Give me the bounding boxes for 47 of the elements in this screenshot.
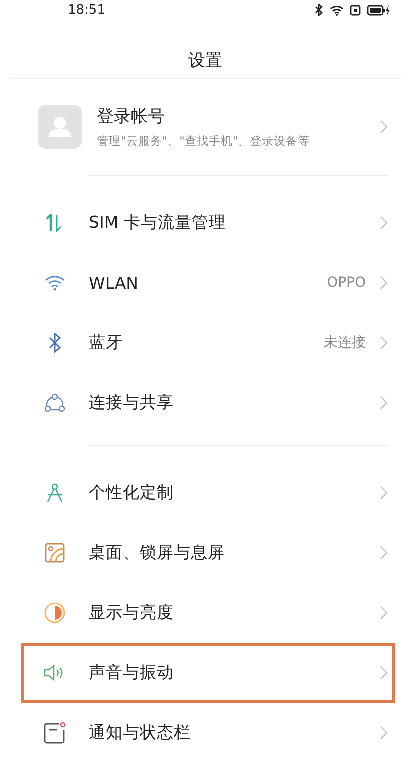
item-value: OPPO (327, 275, 366, 291)
settings-item[interactable]: 蓝牙 未连接 (21, 313, 395, 373)
item-label: 声音与振动 (89, 662, 175, 684)
status-time: 18:51 (68, 2, 106, 18)
settings-item[interactable]: 显示与亮度 (21, 583, 395, 643)
account-row[interactable]: 登录帐号 管理"云服务"、"查找手机"、登录设备等 (0, 79, 411, 175)
item-label: 个性化定制 (89, 482, 175, 504)
item-label: 通知与状态栏 (89, 722, 192, 744)
settings-item[interactable]: SIM 卡与流量管理 (21, 193, 395, 253)
item-label: WLAN (89, 274, 140, 292)
wallpaper-icon (45, 543, 65, 563)
wifi-icon (330, 4, 344, 16)
chevron-icon (380, 396, 388, 410)
bluetooth-icon (48, 333, 62, 353)
chevron-icon (380, 606, 388, 620)
notification-icon (44, 722, 66, 744)
wifi-icon (45, 275, 65, 291)
settings-item[interactable]: 连接与共享 (21, 373, 395, 433)
chevron-icon (380, 666, 388, 680)
item-label: 蓝牙 (89, 332, 124, 354)
account-subtitle: 管理"云服务"、"查找手机"、登录设备等 (97, 134, 312, 149)
chevron-icon (380, 486, 388, 500)
settings-item[interactable]: 个性化定制 (21, 463, 395, 523)
avatar-icon (38, 105, 82, 149)
chevron-icon (380, 120, 388, 134)
item-label: SIM 卡与流量管理 (89, 212, 227, 234)
chevron-icon (380, 726, 388, 740)
item-label: 连接与共享 (89, 392, 175, 414)
chevron-icon (380, 546, 388, 560)
item-label: 显示与亮度 (89, 602, 175, 624)
battery-charging-icon (367, 4, 391, 16)
settings-item[interactable]: WLAN OPPO (21, 253, 395, 313)
page-title: 设置 (188, 50, 224, 73)
settings-item[interactable]: 桌面、锁屏与息屏 (21, 523, 395, 583)
contrast-icon (44, 602, 66, 624)
chevron-icon (380, 336, 388, 350)
chevron-icon (380, 216, 388, 230)
account-name: 登录帐号 (97, 106, 166, 128)
compass-icon (45, 483, 65, 503)
nodes-icon (44, 393, 66, 413)
settings-item[interactable]: 通知与状态栏 (21, 703, 395, 763)
settings-item[interactable]: 声音与振动 (21, 643, 395, 703)
chevron-icon (380, 276, 388, 290)
bluetooth-icon (315, 4, 324, 16)
item-value: 未连接 (324, 334, 366, 352)
sim-icon (350, 4, 361, 16)
item-label: 桌面、锁屏与息屏 (89, 542, 226, 564)
